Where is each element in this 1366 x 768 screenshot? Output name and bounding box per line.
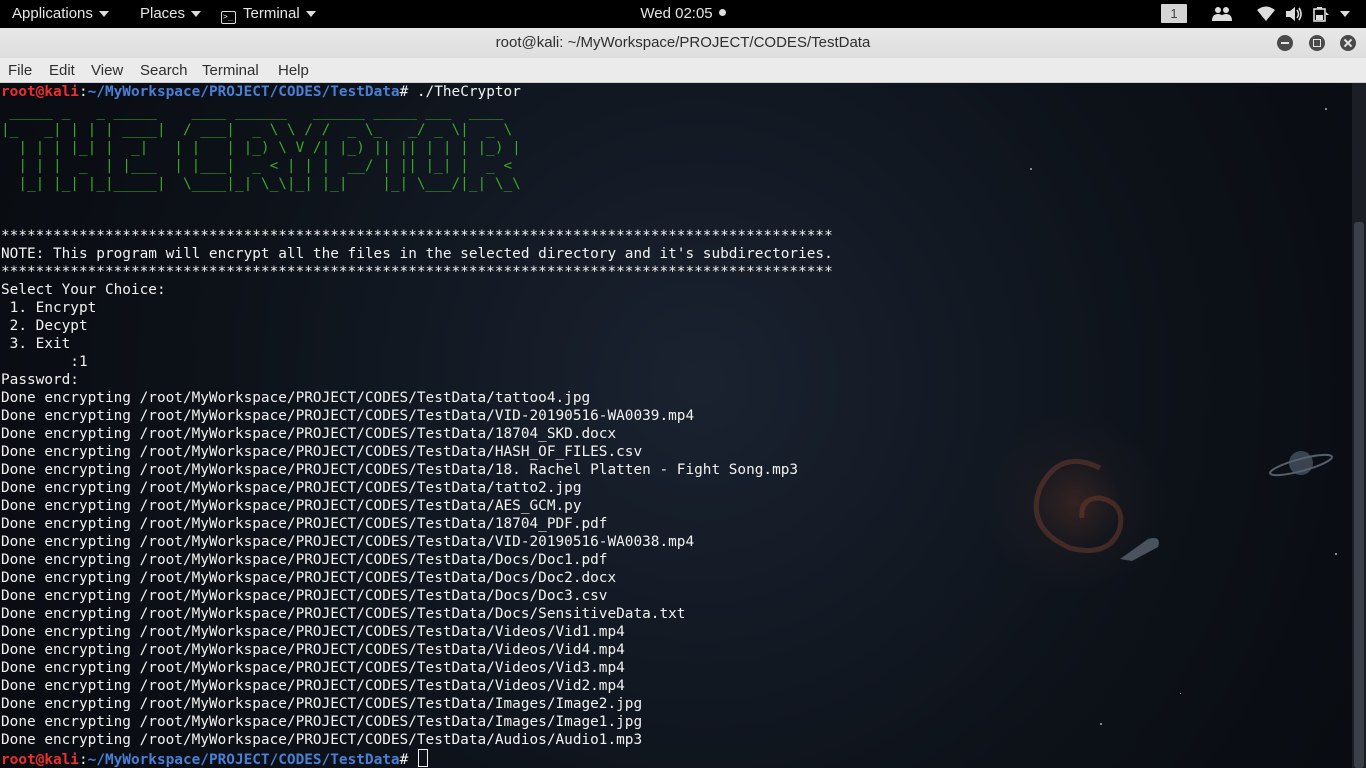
- prompt-path: ~/MyWorkspace/PROJECT/CODES/TestData: [87, 752, 400, 768]
- prompt-hash: #: [399, 84, 409, 100]
- output-line: Done encrypting /root/MyWorkspace/PROJEC…: [1, 588, 608, 604]
- output-line: Done encrypting /root/MyWorkspace/PROJEC…: [1, 516, 608, 532]
- output-line: Done encrypting /root/MyWorkspace/PROJEC…: [1, 552, 608, 568]
- window-title: root@kali: ~/MyWorkspace/PROJECT/CODES/T…: [495, 34, 871, 51]
- output-line: Done encrypting /root/MyWorkspace/PROJEC…: [1, 480, 582, 496]
- prompt-separator: :: [78, 84, 88, 100]
- banner-line: _____ _ _ _____ ____ ______ ______ _____…: [1, 104, 521, 120]
- star-decoration: [1325, 108, 1327, 110]
- output-line: Done encrypting /root/MyWorkspace/PROJEC…: [1, 678, 625, 694]
- menu-title: Select Your Choice:: [1, 282, 166, 298]
- prompt-separator: :: [78, 752, 88, 768]
- separator-line: ****************************************…: [1, 264, 833, 280]
- star-decoration: [1180, 693, 1181, 694]
- output-line: Done encrypting /root/MyWorkspace/PROJEC…: [1, 696, 643, 712]
- output-line: Done encrypting /root/MyWorkspace/PROJEC…: [1, 426, 617, 442]
- workspace-indicator[interactable]: 1: [1161, 4, 1187, 23]
- output-line: Done encrypting /root/MyWorkspace/PROJEC…: [1, 534, 695, 550]
- system-menu-chevron-down-icon[interactable]: [1340, 11, 1350, 17]
- prompt-hash: #: [399, 752, 409, 768]
- menu-edit[interactable]: Edit: [49, 58, 75, 83]
- star-decoration: [1100, 723, 1102, 725]
- minimize-button[interactable]: [1277, 35, 1293, 51]
- places-label: Places: [140, 5, 186, 22]
- menu-terminal[interactable]: Terminal: [202, 58, 259, 83]
- clock-button[interactable]: Wed 02:05: [640, 5, 726, 22]
- output-line: Done encrypting /root/MyWorkspace/PROJEC…: [1, 462, 799, 478]
- banner-line: | | | |_| | _| | | | |_) \ V /| |_) || |…: [1, 140, 521, 156]
- output-line: Done encrypting /root/MyWorkspace/PROJEC…: [1, 624, 625, 640]
- prompt-path: ~/MyWorkspace/PROJECT/CODES/TestData: [87, 84, 400, 100]
- terminal-icon: >_: [221, 11, 236, 24]
- places-menu[interactable]: Places: [140, 0, 202, 28]
- menu-option: 1. Encrypt: [1, 300, 97, 316]
- output-line: Done encrypting /root/MyWorkspace/PROJEC…: [1, 570, 617, 586]
- chevron-down-icon: [98, 11, 109, 18]
- window-titlebar[interactable]: root@kali: ~/MyWorkspace/PROJECT/CODES/T…: [0, 28, 1366, 58]
- menu-option: 3. Exit: [1, 336, 71, 352]
- text-cursor: [417, 749, 428, 767]
- banner-line: |_| |_| |_|_____| \____|_| \_\|_| |_| |_…: [1, 176, 521, 192]
- planet-icon: [1269, 451, 1333, 477]
- chevron-down-icon: [305, 11, 316, 18]
- password-prompt: Password:: [1, 372, 79, 388]
- star-decoration: [1030, 168, 1032, 170]
- menubar: File Edit View Search Terminal Help: [0, 58, 1366, 83]
- separator-line: ****************************************…: [1, 228, 833, 244]
- output-line: Done encrypting /root/MyWorkspace/PROJEC…: [1, 606, 686, 622]
- star-decoration: [1335, 553, 1337, 555]
- people-icon[interactable]: [1212, 6, 1232, 22]
- clock-label: Wed 02:05: [640, 5, 713, 22]
- command-text: ./TheCryptor: [408, 84, 521, 100]
- banner-line: |_ _| | | | ____| / ___| _ \ \ / / _ \_ …: [1, 122, 521, 138]
- menu-search[interactable]: Search: [140, 58, 188, 83]
- scrollbar-thumb[interactable]: [1354, 222, 1364, 768]
- output-line: Done encrypting /root/MyWorkspace/PROJEC…: [1, 660, 625, 676]
- menu-help[interactable]: Help: [278, 58, 309, 83]
- prompt-user: root@kali: [1, 752, 79, 768]
- prompt-user: root@kali: [1, 84, 79, 100]
- terminal-output[interactable]: root@kali:~/MyWorkspace/PROJECT/CODES/Te…: [0, 83, 1352, 768]
- wifi-icon[interactable]: [1257, 6, 1275, 22]
- terminal-app-label: Terminal: [243, 5, 300, 22]
- volume-icon[interactable]: [1285, 6, 1303, 22]
- applications-label: Applications: [12, 5, 93, 22]
- maximize-button[interactable]: [1309, 35, 1325, 51]
- debian-swirl-icon: [1033, 458, 1124, 553]
- chevron-down-icon: [191, 11, 202, 18]
- note-line: NOTE: This program will encrypt all the …: [1, 246, 833, 262]
- terminal-app-menu[interactable]: >_ Terminal: [221, 0, 316, 28]
- menu-view[interactable]: View: [91, 58, 123, 83]
- battery-icon[interactable]: [1313, 6, 1329, 22]
- command-line: root@kali:~/MyWorkspace/PROJECT/CODES/Te…: [1, 83, 521, 101]
- banner-line: | | | _ | |___ | |___| _ < | | | __/ | |…: [1, 158, 521, 174]
- top-panel: Applications Places >_ Terminal Wed 02:05…: [0, 0, 1366, 28]
- menu-file[interactable]: File: [8, 58, 32, 83]
- menu-option: 2. Decypt: [1, 318, 88, 334]
- applications-menu[interactable]: Applications: [12, 0, 109, 28]
- output-line: Done encrypting /root/MyWorkspace/PROJEC…: [1, 642, 625, 658]
- rocket-icon: [1120, 538, 1159, 561]
- output-line: Done encrypting /root/MyWorkspace/PROJEC…: [1, 498, 582, 514]
- output-line: Done encrypting /root/MyWorkspace/PROJEC…: [1, 732, 643, 748]
- notification-dot-icon: [718, 9, 726, 16]
- output-line: Done encrypting /root/MyWorkspace/PROJEC…: [1, 444, 643, 460]
- close-button[interactable]: [1340, 35, 1356, 51]
- output-line: Done encrypting /root/MyWorkspace/PROJEC…: [1, 408, 695, 424]
- active-prompt-line[interactable]: root@kali:~/MyWorkspace/PROJECT/CODES/Te…: [1, 749, 428, 768]
- output-line: Done encrypting /root/MyWorkspace/PROJEC…: [1, 714, 643, 730]
- output-line: Done encrypting /root/MyWorkspace/PROJEC…: [1, 390, 591, 406]
- choice-input: :1: [1, 354, 88, 370]
